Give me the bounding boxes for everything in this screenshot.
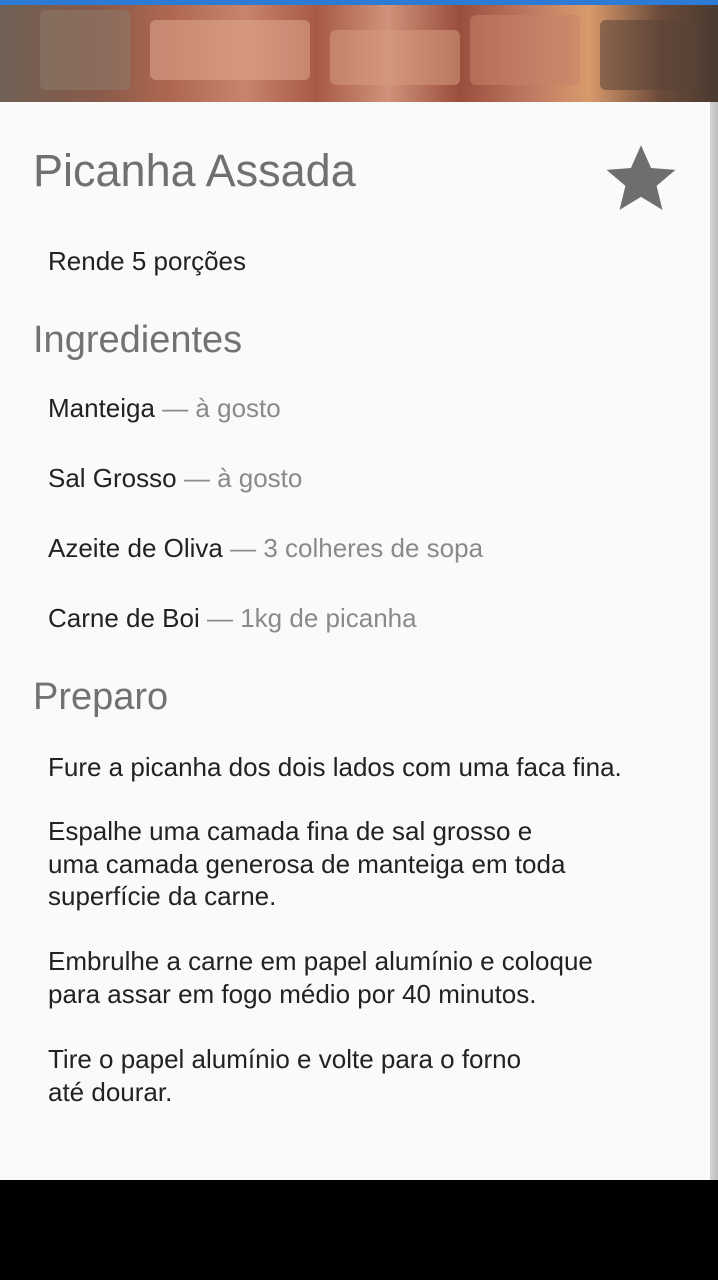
scrollbar[interactable] [710,102,718,1180]
top-accent-bar [0,0,718,5]
step-line: Embrulhe a carne em papel alumínio e col… [48,946,593,976]
preparation-step: Tire o papel alumínio e volte para o for… [48,1043,698,1108]
step-line: uma camada generosa de manteiga em toda [48,848,566,879]
ingredient-name: Sal Grosso [48,463,177,493]
preparation-step: Fure a picanha dos dois lados com uma fa… [48,751,698,784]
ingredient-quantity: 1kg de picanha [240,603,417,633]
ingredient-quantity: à gosto [217,463,303,493]
bottom-black-bar [0,1180,718,1280]
ingredient-separator: — [154,393,196,423]
recipe-header-image [0,0,718,102]
ingredients-heading: Ingredientes [33,319,243,361]
step-line: para assar em fogo médio por 40 minutos. [48,978,537,1009]
ingredient-item: Carne de Boi — 1kg de picanha [48,601,417,635]
screen: Picanha Assada Rende 5 porções Ingredien… [0,0,718,1280]
ingredient-name: Azeite de Oliva [48,533,223,563]
ingredient-quantity: à gosto [195,393,281,423]
ingredient-item: Azeite de Oliva — 3 colheres de sopa [48,531,483,565]
servings-text: Rende 5 porções [48,246,247,276]
ingredient-separator: — [199,603,241,633]
ingredient-item: Manteiga — à gosto [48,391,281,425]
ingredient-item: Sal Grosso — à gosto [48,461,302,495]
preparation-step: Embrulhe a carne em papel alumínio e col… [48,945,698,1010]
recipe-title: Picanha Assada [33,145,356,196]
star-icon[interactable] [602,140,680,218]
ingredient-name: Carne de Boi [48,603,200,633]
step-line: Fure a picanha dos dois lados com uma fa… [48,752,622,782]
preparation-step: Espalhe uma camada fina de sal grosso e … [48,815,698,913]
preparation-heading: Preparo [33,676,169,718]
step-line: Tire o papel alumínio e volte para o for… [48,1044,522,1074]
ingredient-quantity: 3 colheres de sopa [263,533,484,563]
step-line: Espalhe uma camada fina de sal grosso e [48,816,533,846]
ingredient-separator: — [222,533,264,563]
ingredient-separator: — [176,463,218,493]
ingredient-name: Manteiga [48,393,155,423]
step-line: superfície da carne. [48,881,277,911]
step-line: até dourar. [48,1076,173,1107]
